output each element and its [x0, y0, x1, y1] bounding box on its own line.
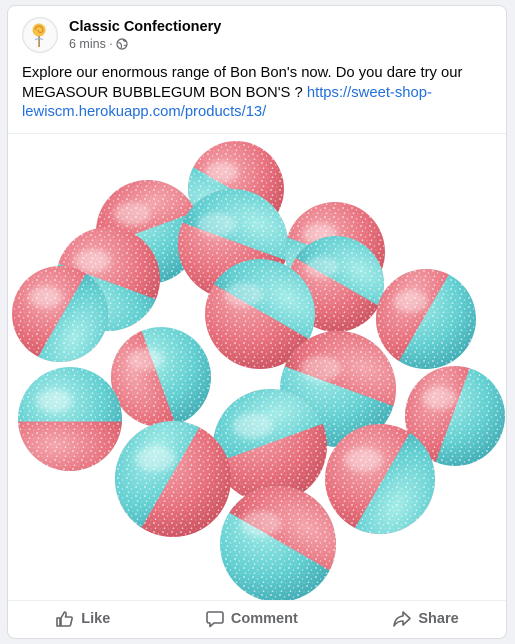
share-arrow-icon	[393, 611, 412, 627]
like-label: Like	[81, 611, 111, 627]
post-meta: Classic Confectionery 6 mins ·	[69, 18, 221, 52]
globe-icon[interactable]	[116, 38, 128, 50]
comment-button[interactable]: Comment	[191, 603, 312, 635]
post-subline: 6 mins ·	[69, 36, 221, 52]
separator-dot: ·	[108, 37, 113, 51]
post-header: Classic Confectionery 6 mins ·	[22, 17, 221, 53]
post-photo[interactable]	[8, 133, 506, 602]
comment-icon	[206, 611, 224, 628]
post-caption: Explore our enormous range of Bon Bon's …	[22, 64, 494, 123]
page-name-link[interactable]: Classic Confectionery	[69, 18, 221, 36]
post-timestamp[interactable]: 6 mins	[69, 36, 106, 52]
like-button[interactable]: Like	[41, 603, 124, 635]
share-label: Share	[418, 611, 459, 627]
avatar[interactable]	[22, 17, 58, 53]
comment-label: Comment	[230, 611, 298, 627]
bon-bon-candy-photo	[12, 141, 505, 602]
share-button[interactable]: Share	[378, 603, 472, 635]
post-actions-bar: Like Comment Share	[8, 599, 506, 638]
lollipop-logo-icon	[24, 19, 56, 51]
thumbs-up-icon	[56, 611, 74, 627]
post-card: Classic Confectionery 6 mins · Explore o…	[7, 5, 507, 639]
